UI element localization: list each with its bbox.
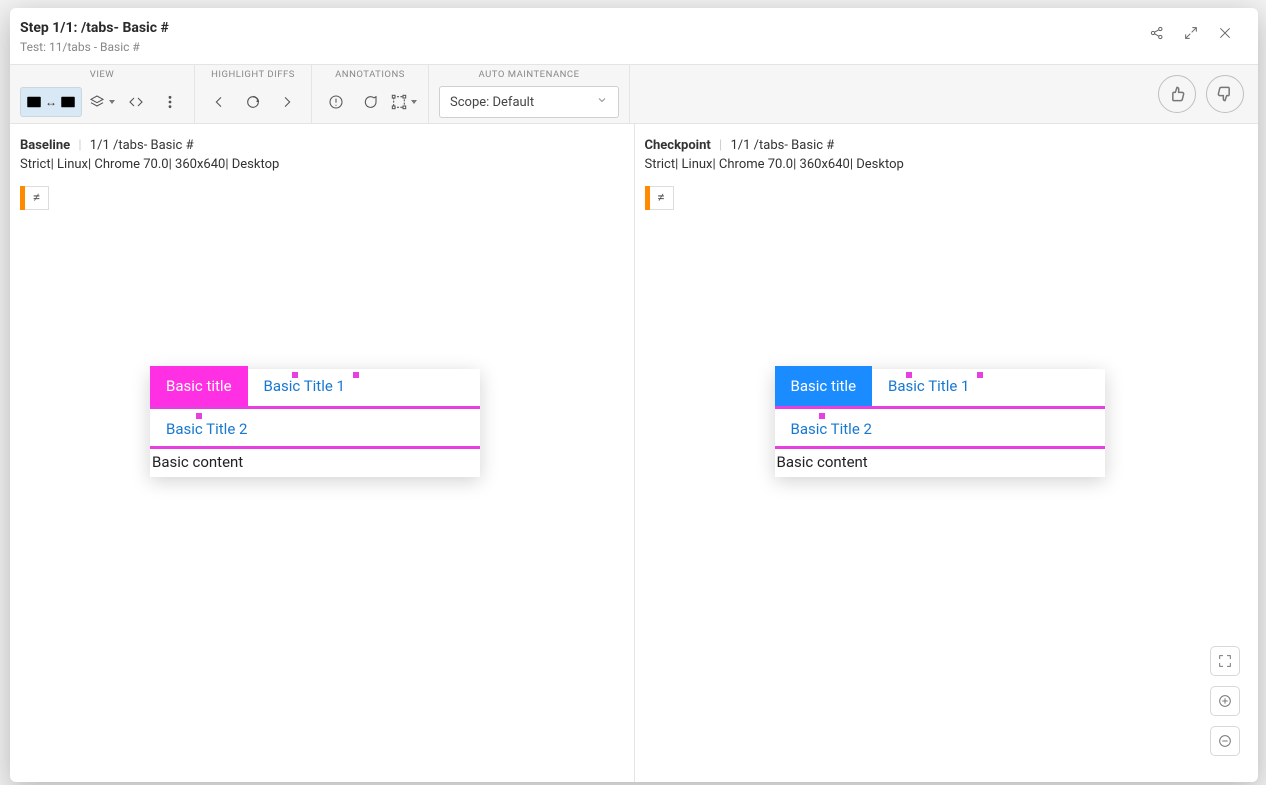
zoom-controls xyxy=(1210,646,1240,756)
more-icon[interactable] xyxy=(156,87,184,117)
compare-area: Baseline | 1/1 /tabs- Basic # Strict| Li… xyxy=(10,124,1258,782)
baseline-label: Baseline xyxy=(20,138,70,153)
layers-button[interactable] xyxy=(88,87,116,117)
baseline-tab-2: Basic Title 2 xyxy=(150,409,263,449)
zoom-out-button[interactable] xyxy=(1210,726,1240,756)
test-subtitle: Test: 11/tabs - Basic # xyxy=(20,40,169,54)
checkpoint-label: Checkpoint xyxy=(645,138,711,153)
checkpoint-os: Linux xyxy=(682,157,713,172)
baseline-tab-active: Basic title xyxy=(150,366,248,406)
baseline-os: Linux xyxy=(57,157,88,172)
baseline-diff-chip[interactable]: ≠ xyxy=(20,186,49,210)
toolbar-label-maintenance: AUTO MAINTENANCE xyxy=(479,69,580,80)
checkpoint-browser: Chrome 70.0 xyxy=(719,157,793,172)
scope-select[interactable]: Scope: Default xyxy=(439,86,619,118)
checkpoint-tab-2: Basic Title 2 xyxy=(775,409,888,449)
baseline-mode: Strict xyxy=(20,157,51,172)
checkpoint-diff-chip[interactable]: ≠ xyxy=(645,186,674,210)
thumbs-up-button[interactable] xyxy=(1158,75,1196,113)
baseline-screenshot[interactable]: Basic title Basic Title 1 Basic Title 2 xyxy=(150,369,480,477)
checkpoint-viewport: 360x640 xyxy=(800,157,850,172)
modal-header: Step 1/1: /tabs- Basic # Test: 11/tabs -… xyxy=(10,8,1258,64)
toolbar-label-diffs: HIGHLIGHT DIFFS xyxy=(211,69,295,80)
thumbs-down-button[interactable] xyxy=(1206,75,1244,113)
toolbar-group-view: VIEW ↔ xyxy=(10,65,195,123)
issue-button[interactable] xyxy=(322,87,350,117)
baseline-pane: Baseline | 1/1 /tabs- Basic # Strict| Li… xyxy=(10,124,634,782)
toolbar-label-view: VIEW xyxy=(90,69,114,80)
baseline-viewport: 360x640 xyxy=(175,157,225,172)
comment-button[interactable] xyxy=(356,87,384,117)
region-button[interactable] xyxy=(390,87,418,117)
toolbar-approval xyxy=(1144,65,1258,123)
checkpoint-step: 1/1 /tabs- Basic # xyxy=(730,138,834,153)
prev-diff-button[interactable] xyxy=(205,87,233,117)
next-diff-button[interactable] xyxy=(273,87,301,117)
checkpoint-device: Desktop xyxy=(856,157,904,172)
code-button[interactable] xyxy=(122,87,150,117)
toolbar-group-maintenance: AUTO MAINTENANCE Scope: Default xyxy=(429,65,630,123)
checkpoint-tab-active: Basic title xyxy=(775,366,873,406)
close-icon[interactable] xyxy=(1216,24,1234,42)
toolbar-group-annotations: ANNOTATIONS xyxy=(312,65,429,123)
checkpoint-screenshot[interactable]: Basic title Basic Title 1 Basic Title 2 xyxy=(775,369,1105,477)
layout-side-by-side-toggle[interactable]: ↔ xyxy=(20,87,82,117)
baseline-step: 1/1 /tabs- Basic # xyxy=(90,138,194,153)
step-title: Step 1/1: /tabs- Basic # xyxy=(20,20,169,36)
share-icon[interactable] xyxy=(1148,24,1166,42)
baseline-browser: Chrome 70.0 xyxy=(94,157,168,172)
toolbar: VIEW ↔ HIGHLIGHT DIFFS xyxy=(10,64,1258,124)
not-equal-icon: ≠ xyxy=(25,186,49,210)
checkpoint-tab-1: Basic Title 1 xyxy=(872,366,985,406)
baseline-tab-1: Basic Title 1 xyxy=(248,366,361,406)
expand-icon[interactable] xyxy=(1182,24,1200,42)
fit-button[interactable] xyxy=(1210,646,1240,676)
toolbar-group-diffs: HIGHLIGHT DIFFS xyxy=(195,65,312,123)
baseline-device: Desktop xyxy=(232,157,280,172)
checkpoint-tab-content: Basic content xyxy=(775,449,1105,477)
scope-value: Scope: Default xyxy=(450,95,534,110)
toolbar-label-annotations: ANNOTATIONS xyxy=(335,69,405,80)
baseline-tab-content: Basic content xyxy=(150,449,480,477)
chevron-down-icon xyxy=(596,94,608,110)
zoom-in-button[interactable] xyxy=(1210,686,1240,716)
checkpoint-pane: Checkpoint | 1/1 /tabs- Basic # Strict| … xyxy=(634,124,1259,782)
not-equal-icon: ≠ xyxy=(650,186,674,210)
step-editor-modal: Step 1/1: /tabs- Basic # Test: 11/tabs -… xyxy=(10,8,1258,782)
diff-target-button[interactable] xyxy=(239,87,267,117)
checkpoint-mode: Strict xyxy=(645,157,676,172)
